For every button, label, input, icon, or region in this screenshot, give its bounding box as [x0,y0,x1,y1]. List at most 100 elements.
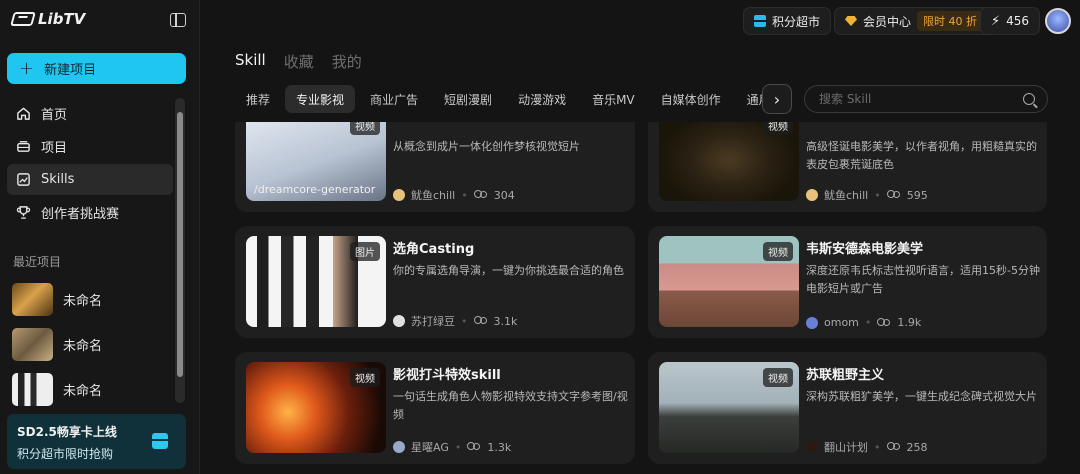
recent-project-item[interactable]: 未命名 [12,328,102,361]
sidebar-item-home[interactable]: 首页 [7,98,173,129]
vip-center-label: 会员中心 [863,14,912,29]
category-tab[interactable]: 商业广告 [359,85,429,113]
logo[interactable]: LibTV [10,10,86,28]
skill-thumbnail: 视频 /dreamcore-generator [246,122,386,201]
category-tab[interactable]: 自媒体创作 [650,85,732,113]
search-input[interactable] [819,92,1023,106]
skill-thumbnail: 视频 [659,362,799,453]
usage-count: 595 [906,188,928,202]
logo-icon [10,12,36,26]
author-avatar [393,441,405,453]
tab-mine[interactable]: 我的 [332,51,362,72]
tab-skill[interactable]: Skill [235,51,266,72]
author-name: 鱿鱼chill [411,189,456,202]
users-icon [473,316,488,326]
sidebar-item-label: Skills [41,172,75,187]
recent-project-item[interactable]: 未命名 [12,373,102,406]
users-icon [467,442,481,452]
media-type-badge: 视频 [350,368,380,387]
projects-icon [15,139,31,155]
points-store-button[interactable]: 积分超市 [743,7,832,35]
media-type-badge: 视频 [350,122,380,135]
category-tab[interactable]: 短剧漫剧 [433,85,503,113]
author-name: 鱿鱼chill [824,189,869,202]
skill-card[interactable]: 视频 /dreamcore-generator 从概念到成片一体化创作梦核视觉短… [235,122,635,212]
category-tab[interactable]: 动漫游戏 [507,85,577,113]
sidebar-item-skills[interactable]: Skills [7,164,173,195]
main-tabs: Skill 收藏 我的 [235,51,362,72]
new-project-label: 新建项目 [44,63,97,78]
credits-button[interactable]: ⚡ 456 [980,7,1041,35]
media-type-badge: 视频 [763,242,793,261]
project-thumbnail [12,328,53,361]
vip-center-button[interactable]: 会员中心 限时 40 折 [834,7,995,35]
media-type-badge: 图片 [350,242,380,261]
category-tab[interactable]: 音乐MV [581,85,646,113]
users-icon [473,190,488,200]
diamond-icon [845,16,857,26]
separator: • [461,188,468,202]
store-icon [152,433,168,449]
sidebar-item-label: 项目 [41,141,68,156]
skill-title: 苏联粗野主义 [806,368,885,383]
category-tabs: 推荐 专业影视 商业广告 短剧漫剧 动漫游戏 音乐MV 自媒体创作 通用 [235,85,792,115]
recent-project-label: 未命名 [63,384,103,399]
skill-description: 高级怪诞电影美学，以作者视角，用粗糙真实的表皮包裹荒诞底色 [806,140,1037,171]
recent-project-label: 未命名 [63,339,103,354]
sidebar-item-challenge[interactable]: 创作者挑战赛 [7,197,173,228]
skill-card[interactable]: 图片 选角Casting 你的专属选角导演，一键为你挑选最合适的角色 苏打绿豆 … [235,226,635,338]
skill-thumbnail: 视频 [659,122,799,201]
avatar[interactable] [1045,8,1071,34]
thumbnail-caption: /dreamcore-generator [254,183,376,196]
skill-description: 你的专属选角导演，一键为你挑选最合适的角色 [393,264,624,277]
skill-title: 选角Casting [393,242,475,257]
skill-meta: 翻山计划 • 258 [806,439,928,455]
usage-count: 3.1k [493,314,518,328]
users-icon [886,442,901,452]
tab-favorites[interactable]: 收藏 [284,51,314,72]
media-type-badge: 视频 [763,122,793,135]
skill-description: 一句话生成角色人物影视特效支持文字参考图/视频 [393,390,628,421]
sidebar-item-projects[interactable]: 项目 [7,131,173,162]
category-tab[interactable]: 专业影视 [285,85,356,113]
skill-description: 深度还原韦氏标志性视听语言，适用15秒-5分钟电影短片或广告 [806,264,1040,295]
skill-meta: 苏打绿豆 • 3.1k [393,313,517,329]
skill-card[interactable]: 视频 影视打斗特效skill 一句话生成角色人物影视特效支持文字参考图/视频 星… [235,352,635,464]
project-thumbnail [12,283,53,316]
sidebar-scrollbar[interactable] [175,98,185,403]
search-box[interactable] [804,85,1048,113]
recent-project-label: 未命名 [63,294,103,309]
home-icon [15,106,31,122]
category-tab[interactable]: 推荐 [235,85,281,113]
separator: • [864,316,872,329]
skill-title: 韦斯安德森电影美学 [806,242,924,257]
skill-meta: 鱿鱼chill • 595 [806,187,928,203]
skill-description: 深构苏联粗犷美学，一键生成纪念碑式视觉大片 [806,390,1037,403]
usage-count: 258 [906,440,928,454]
lightning-icon: ⚡ [991,13,1001,29]
skill-thumbnail: 图片 [246,236,386,327]
points-store-label: 积分超市 [772,14,821,29]
skill-description: 从概念到成片一体化创作梦核视觉短片 [393,140,580,153]
credits-count: 456 [1006,14,1030,28]
search-icon[interactable] [1023,93,1035,105]
author-avatar [393,189,405,201]
skill-meta: 鱿鱼chill • 304 [393,187,515,203]
skill-card[interactable]: 视频 苏联粗野主义 深构苏联粗犷美学，一键生成纪念碑式视觉大片 翻山计划 • 2… [648,352,1047,464]
author-name: 星曜AG [411,441,449,454]
promo-banner[interactable]: SD2.5畅享卡上线 积分超市限时抢购 [7,414,186,469]
skill-card[interactable]: 视频 高级怪诞电影美学，以作者视角，用粗糙真实的表皮包裹荒诞底色 鱿鱼chill… [648,122,1047,212]
users-icon [886,190,901,200]
skill-grid: 视频 /dreamcore-generator 从概念到成片一体化创作梦核视觉短… [205,122,1080,474]
sidebar-toggle-icon[interactable] [170,13,186,27]
store-icon [754,15,766,27]
new-project-button[interactable]: + 新建项目 [7,53,186,84]
project-thumbnail [12,373,53,406]
skill-card[interactable]: 视频 韦斯安德森电影美学 深度还原韦氏标志性视听语言，适用15秒-5分钟电影短片… [648,226,1047,338]
separator: • [461,314,468,328]
logo-text: LibTV [38,10,86,28]
recent-project-item[interactable]: 未命名 [12,283,102,316]
author-avatar [806,189,818,201]
chevron-right-icon[interactable]: › [762,84,792,114]
skill-meta: 星曜AG • 1.3k [393,439,511,455]
